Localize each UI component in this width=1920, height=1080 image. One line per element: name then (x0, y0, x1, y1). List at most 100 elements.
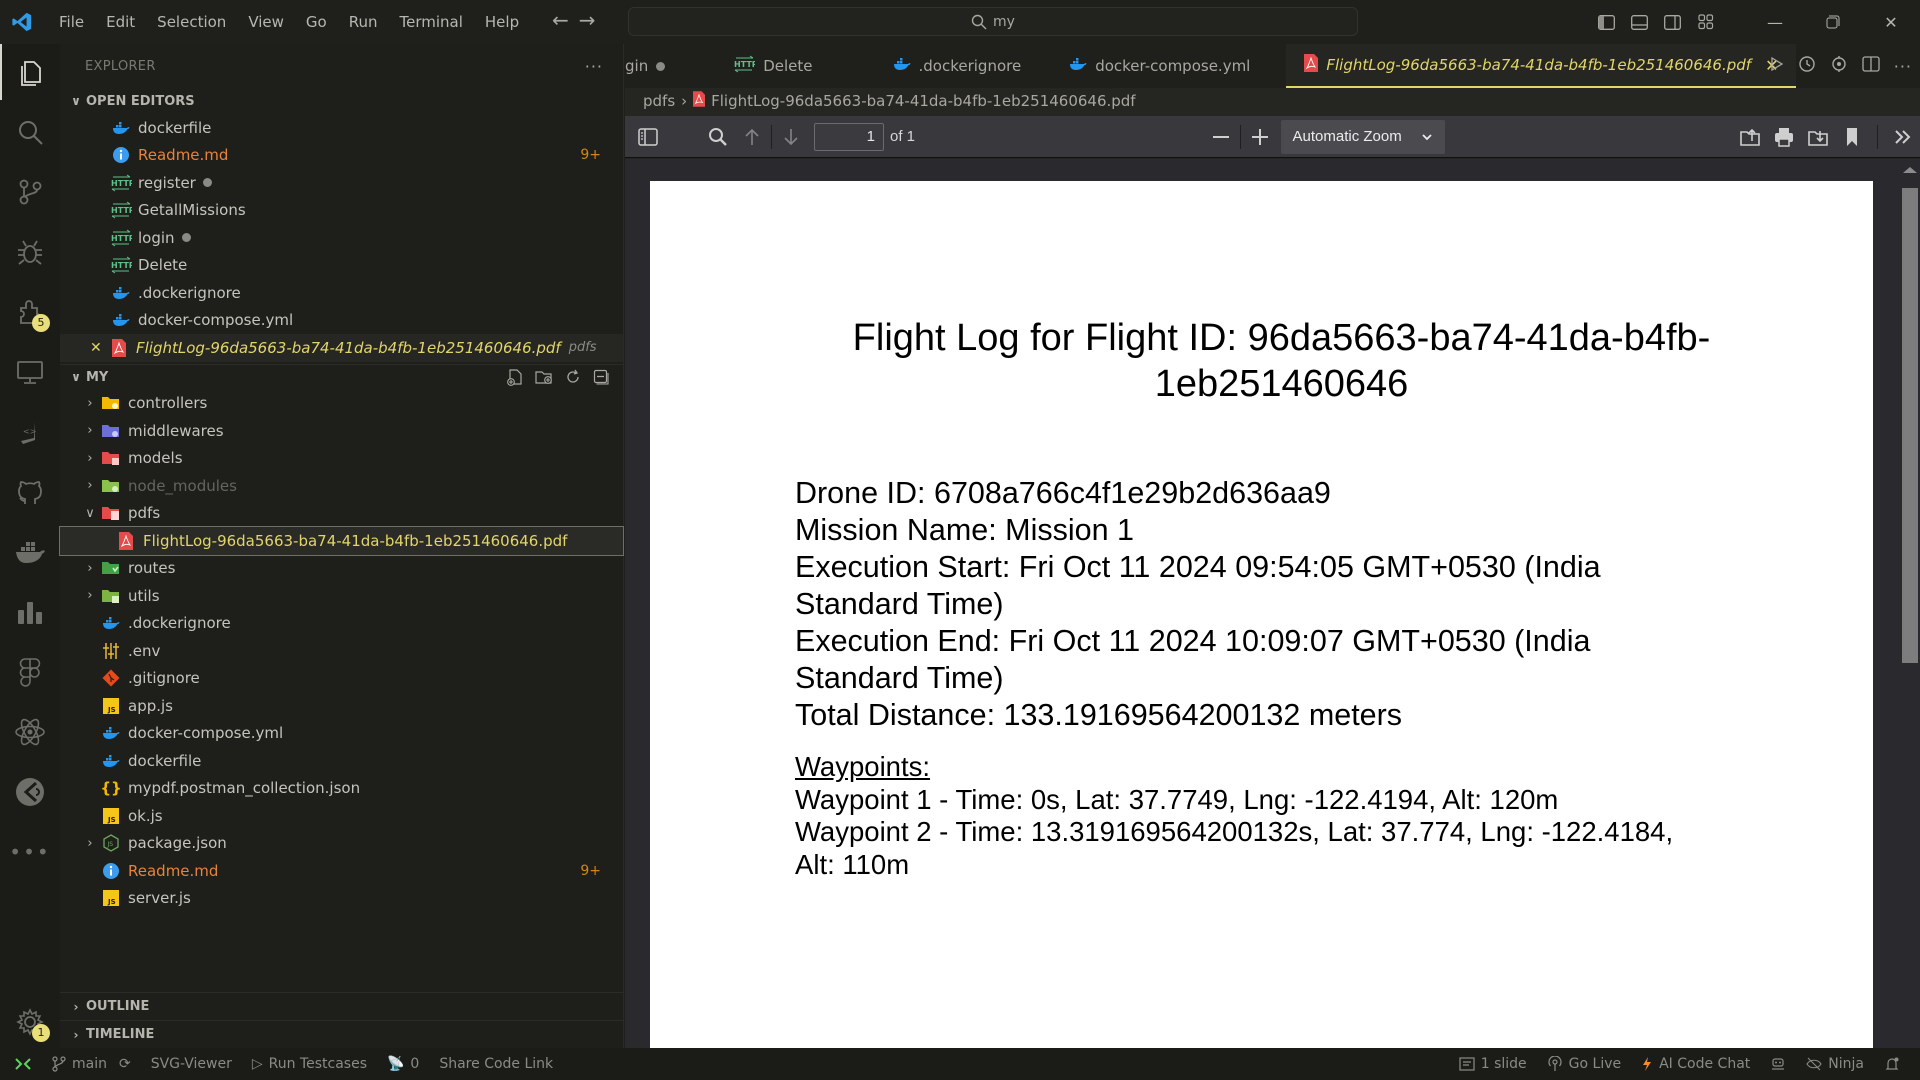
sync-icon[interactable]: ⟳ (119, 1056, 131, 1072)
tree-folder-models[interactable]: › models (60, 445, 623, 473)
explorer-more-actions-icon[interactable]: ··· (585, 57, 603, 76)
split-editor-icon[interactable] (1862, 56, 1880, 76)
toggle-sidebar-icon[interactable] (631, 121, 665, 153)
download-icon[interactable] (1801, 121, 1835, 153)
tree-folder-controllers[interactable]: › controllers (60, 390, 623, 418)
forward-arrow-icon[interactable]: → (579, 8, 596, 32)
previous-page-icon[interactable] (735, 121, 769, 153)
menu-file[interactable]: File (48, 7, 95, 37)
page-number-input[interactable] (814, 122, 884, 151)
tree-file-app-js[interactable]: JS app.js (60, 692, 623, 720)
menu-terminal[interactable]: Terminal (389, 7, 474, 37)
tools-double-chevron-icon[interactable] (1886, 121, 1920, 153)
minimize-icon[interactable]: — (1746, 0, 1804, 44)
find-in-document-icon[interactable] (701, 121, 735, 153)
tree-file-server-js[interactable]: JS server.js (60, 885, 623, 913)
ninja-status[interactable]: Ninja (1796, 1048, 1874, 1080)
zoom-out-icon[interactable] (1204, 121, 1238, 153)
close-editor-icon[interactable]: ✕ (90, 340, 108, 356)
github-icon[interactable] (0, 464, 60, 520)
zoom-select[interactable]: Automatic Zoom (1280, 119, 1445, 154)
more-actions-icon[interactable]: ··· (1894, 57, 1912, 76)
bookmark-icon[interactable] (1835, 121, 1869, 153)
open-editors-section-header[interactable]: ∨ OPEN EDITORS (60, 88, 623, 114)
menu-go[interactable]: Go (295, 7, 338, 37)
run-icon[interactable] (1770, 56, 1784, 76)
print-icon[interactable] (1767, 121, 1801, 153)
tab-login[interactable]: gin (625, 44, 683, 88)
go-live-status[interactable]: Go Live (1537, 1048, 1631, 1080)
docker-icon[interactable] (0, 524, 60, 580)
close-window-icon[interactable]: ✕ (1862, 0, 1920, 44)
timeline-history-icon[interactable] (1798, 55, 1816, 77)
refresh-icon[interactable] (565, 369, 581, 390)
open-editor-item[interactable]: HTTP GetallMissions (60, 197, 623, 225)
toggle-secondary-sidebar-icon[interactable] (1656, 6, 1689, 39)
tree-folder-node-modules[interactable]: › node_modules (60, 472, 623, 500)
open-editor-item[interactable]: HTTP register (60, 169, 623, 197)
tree-file-package-json[interactable]: › JS package.json (60, 830, 623, 858)
analytics-icon[interactable] (0, 584, 60, 640)
slides-status[interactable]: 1 slide (1449, 1048, 1537, 1080)
tree-file-readme[interactable]: Readme.md 9+ (60, 857, 623, 885)
open-editor-item[interactable]: HTTP login (60, 224, 623, 252)
tree-folder-pdfs[interactable]: ∨ pdfs (60, 500, 623, 528)
next-page-icon[interactable] (774, 121, 808, 153)
open-editor-item[interactable]: dockerfile (60, 114, 623, 142)
open-editor-item[interactable]: docker-compose.yml (60, 307, 623, 335)
tab-dockerignore[interactable]: .dockerignore (831, 44, 1040, 88)
search-icon[interactable] (0, 104, 60, 160)
run-debug-icon[interactable] (0, 224, 60, 280)
collapse-all-icon[interactable] (593, 369, 609, 390)
outline-section-header[interactable]: › OUTLINE (60, 992, 623, 1020)
ports-status[interactable]: 📡 0 (377, 1048, 429, 1080)
open-changes-icon[interactable] (1830, 55, 1848, 77)
open-editor-item[interactable]: HTTP Delete (60, 252, 623, 280)
tree-file-dockerfile[interactable]: dockerfile (60, 747, 623, 775)
share-code-link-status[interactable]: Share Code Link (429, 1048, 563, 1080)
toggle-primary-sidebar-icon[interactable] (1590, 6, 1623, 39)
svg-viewer-status[interactable]: SVG-Viewer (141, 1048, 242, 1080)
breadcrumb-folder[interactable]: pdfs (643, 92, 675, 110)
manage-gear-icon[interactable]: 1 (0, 994, 60, 1050)
timeline-section-header[interactable]: › TIMELINE (60, 1020, 623, 1048)
command-center-search[interactable]: my (628, 7, 1358, 36)
breadcrumb-file[interactable]: FlightLog-96da5663-ba74-41da-b4fb-1eb251… (711, 92, 1135, 110)
scrollbar-thumb[interactable] (1902, 188, 1918, 663)
project-section-header[interactable]: ∨ MY (60, 363, 623, 390)
new-file-icon[interactable] (507, 368, 523, 390)
source-control-icon[interactable] (0, 164, 60, 220)
open-editor-item[interactable]: Readme.md 9+ (60, 142, 623, 170)
open-editor-item-active[interactable]: ✕ FlightLog-96da5663-ba74-41da-b4fb-1eb2… (60, 334, 623, 362)
menu-selection[interactable]: Selection (146, 7, 237, 37)
tree-file-gitignore[interactable]: .gitignore (60, 665, 623, 693)
run-testcases-status[interactable]: ▷ Run Testcases (242, 1048, 377, 1080)
explorer-icon[interactable] (0, 44, 60, 100)
notifications-bell-icon[interactable] (1874, 1048, 1910, 1080)
open-file-icon[interactable] (1733, 121, 1767, 153)
live-share-icon[interactable] (0, 764, 60, 820)
back-arrow-icon[interactable]: ← (552, 8, 569, 32)
tree-file-postman-json[interactable]: {} mypdf.postman_collection.json (60, 775, 623, 803)
open-editor-item[interactable]: .dockerignore (60, 279, 623, 307)
copilot-robot-icon[interactable] (1760, 1048, 1796, 1080)
tree-folder-routes[interactable]: › routes (60, 555, 623, 583)
menu-view[interactable]: View (237, 7, 295, 37)
tree-file-ok-js[interactable]: JS ok.js (60, 802, 623, 830)
tree-folder-middlewares[interactable]: › middlewares (60, 417, 623, 445)
remote-indicator-icon[interactable] (0, 1048, 42, 1080)
remote-explorer-icon[interactable] (0, 344, 60, 400)
tree-folder-utils[interactable]: › utils (60, 582, 623, 610)
tab-flightlog-pdf[interactable]: FlightLog-96da5663-ba74-41da-b4fb-1eb251… (1286, 44, 1797, 88)
tree-file-dockerignore[interactable]: .dockerignore (60, 610, 623, 638)
branch-status[interactable]: main ⟳ (42, 1048, 141, 1080)
tree-file-flightlog-pdf[interactable]: FlightLog-96da5663-ba74-41da-b4fb-1eb251… (59, 526, 624, 556)
scroll-up-arrow-icon[interactable] (1903, 167, 1917, 173)
zoom-in-icon[interactable] (1243, 121, 1277, 153)
menu-help[interactable]: Help (474, 7, 530, 37)
new-folder-icon[interactable] (535, 369, 553, 390)
tree-file-env[interactable]: .env (60, 637, 623, 665)
restore-icon[interactable] (1804, 0, 1862, 44)
extensions-icon[interactable]: 5 (0, 284, 60, 340)
figma-icon[interactable] (0, 644, 60, 700)
